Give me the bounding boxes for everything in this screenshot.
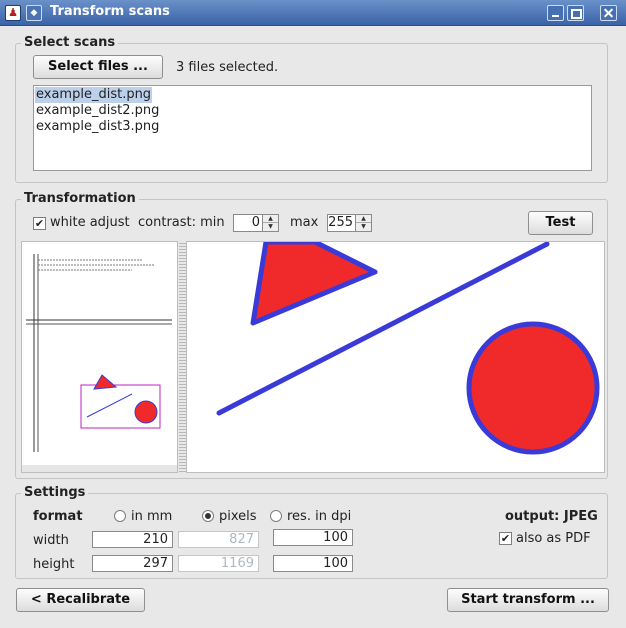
contrast-max-value[interactable]: 255 — [328, 215, 353, 231]
unit-pixels-radio[interactable] — [202, 510, 214, 522]
list-item[interactable]: example_dist2.png — [35, 103, 160, 119]
unit-dpi-label: res. in dpi — [287, 509, 352, 524]
spinner-down-icon[interactable]: ▼ — [263, 223, 278, 231]
maximize-icon[interactable] — [567, 5, 584, 21]
scan-thumbnail[interactable] — [21, 241, 178, 473]
file-list[interactable]: example_dist.png example_dist2.png examp… — [33, 85, 592, 171]
recalibrate-button[interactable]: < Recalibrate — [16, 588, 145, 612]
also-pdf-label: also as PDF — [516, 531, 591, 546]
preview-image — [216, 242, 600, 455]
height-mm-field[interactable]: 297 — [92, 555, 173, 572]
output-format-label: output: JPEG — [505, 509, 598, 524]
spinner-arrows: ▲ ▼ — [262, 215, 278, 231]
contrast-min-spinner[interactable]: 0 ▲ ▼ — [233, 214, 279, 232]
start-transform-button[interactable]: Start transform ... — [447, 588, 609, 612]
settings-title: Settings — [21, 485, 89, 500]
app-icon[interactable]: ♟ — [5, 5, 21, 21]
width-px-field: 827 — [178, 531, 259, 548]
width-mm-field[interactable]: 210 — [92, 531, 173, 548]
spinner-arrows: ▲ ▼ — [355, 215, 371, 231]
list-item[interactable]: example_dist.png — [35, 87, 153, 103]
height-px-field: 1169 — [178, 555, 259, 572]
unit-mm-label: in mm — [131, 509, 173, 524]
height-label: height — [33, 557, 75, 572]
test-button[interactable]: Test — [528, 211, 593, 235]
select-scans-title: Select scans — [21, 35, 119, 50]
format-label: format — [33, 509, 83, 524]
contrast-max-spinner[interactable]: 255 ▲ ▼ — [327, 214, 372, 232]
minimize-icon[interactable] — [547, 5, 564, 21]
width-label: width — [33, 533, 69, 548]
thumbnail-image — [22, 242, 177, 472]
window-title: Transform scans — [50, 4, 170, 19]
spinner-down-icon[interactable]: ▼ — [356, 223, 371, 231]
also-pdf-checkbox[interactable]: ✔ — [499, 532, 512, 545]
white-adjust-label: white adjust — [50, 215, 130, 230]
title-bar: ♟ ◆ Transform scans — [0, 0, 626, 26]
spinner-up-icon[interactable]: ▲ — [356, 215, 371, 223]
transform-preview — [186, 241, 605, 473]
window-menu-icon[interactable]: ◆ — [26, 5, 42, 21]
list-item[interactable]: example_dist3.png — [35, 119, 160, 135]
contrast-min-label: contrast: min — [138, 215, 225, 230]
contrast-min-value[interactable]: 0 — [252, 215, 260, 231]
select-files-button[interactable]: Select files ... — [33, 55, 163, 79]
transformation-title: Transformation — [21, 191, 139, 206]
max-label: max — [290, 215, 319, 230]
files-selected-status: 3 files selected. — [176, 60, 279, 75]
unit-pixels-label: pixels — [219, 509, 257, 524]
width-dpi-field[interactable]: 100 — [273, 529, 353, 546]
close-icon[interactable] — [600, 5, 617, 21]
unit-dpi-radio[interactable] — [270, 510, 282, 522]
preview-splitter[interactable] — [179, 241, 186, 473]
spinner-up-icon[interactable]: ▲ — [263, 215, 278, 223]
height-dpi-field[interactable]: 100 — [273, 555, 353, 572]
unit-mm-radio[interactable] — [114, 510, 126, 522]
white-adjust-checkbox[interactable]: ✔ — [33, 217, 46, 230]
